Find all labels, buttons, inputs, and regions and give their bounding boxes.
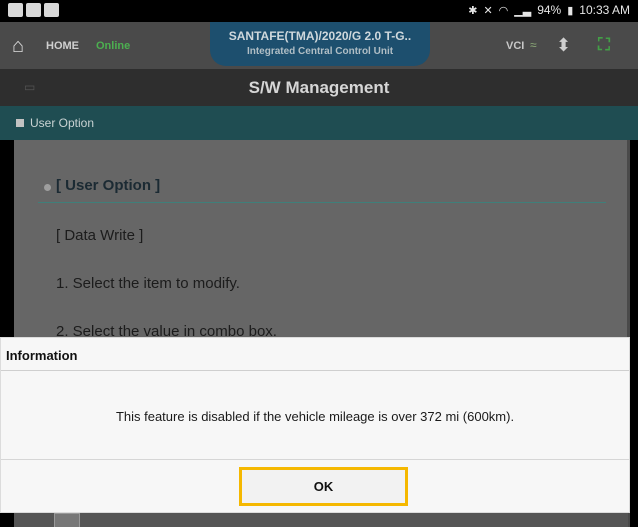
battery-percent: 94% [537, 3, 562, 17]
combo-box[interactable] [54, 513, 80, 527]
dialog-title: Information [6, 348, 78, 363]
system-name: Integrated Central Control Unit [246, 46, 394, 57]
vehicle-info: SANTAFE(TMA)/2020/G 2.0 T-G.. Integrated… [210, 22, 430, 66]
page-title: S/W Management [248, 78, 390, 97]
home-icon[interactable]: ⌂ [12, 36, 24, 56]
system-tray: ✱ ✕ ◠ ▁▃ 94% ▮ 10:33 AM [468, 3, 630, 17]
signal-icon: ▁▃ [514, 4, 532, 17]
gallery-icon [8, 3, 23, 17]
ok-button[interactable]: OK [239, 467, 408, 506]
clock: 10:33 AM [579, 3, 630, 17]
connection-status: Online [96, 40, 131, 52]
wifi-icon: ◠ [498, 4, 509, 17]
vci-connect-icon[interactable]: ⬍ [556, 35, 571, 56]
app-icon [44, 3, 59, 17]
title-bar: ▭ S/W Management [0, 69, 638, 106]
bluetooth-icon: ✱ [468, 4, 478, 17]
status-bar: ✱ ✕ ◠ ▁▃ 94% ▮ 10:33 AM [0, 0, 638, 22]
section-label: User Option [30, 116, 95, 130]
mute-icon: ✕ [483, 4, 493, 17]
content-bottom [14, 513, 628, 527]
vehicle-name: SANTAFE(TMA)/2020/G 2.0 T-G.. [228, 29, 412, 43]
app-window: ✱ ✕ ◠ ▁▃ 94% ▮ 10:33 AM ⌂ HOME Online SA… [0, 0, 638, 527]
calendar-icon [26, 3, 41, 17]
divider [1, 459, 629, 460]
battery-icon: ▮ [567, 4, 574, 17]
divider [1, 370, 629, 371]
screen-capture-icon[interactable]: ⛶ [598, 35, 610, 55]
vci-label: VCI [506, 40, 525, 52]
content-heading: [ User Option ] [56, 177, 161, 194]
instruction-line: [ Data Write ] [56, 227, 144, 244]
bullet-icon [44, 184, 51, 191]
home-link[interactable]: HOME [46, 40, 79, 52]
vci-wifi-icon: ≈ [530, 38, 537, 52]
app-header: ⌂ HOME Online SANTAFE(TMA)/2020/G 2.0 T-… [0, 22, 638, 69]
section-bar: User Option [0, 106, 638, 140]
information-dialog: Information This feature is disabled if … [0, 337, 630, 513]
instruction-line: 1. Select the item to modify. [56, 275, 240, 292]
square-bullet-icon [16, 119, 24, 127]
divider [38, 202, 606, 203]
dialog-message: This feature is disabled if the vehicle … [115, 409, 515, 424]
notification-icons [8, 3, 59, 17]
